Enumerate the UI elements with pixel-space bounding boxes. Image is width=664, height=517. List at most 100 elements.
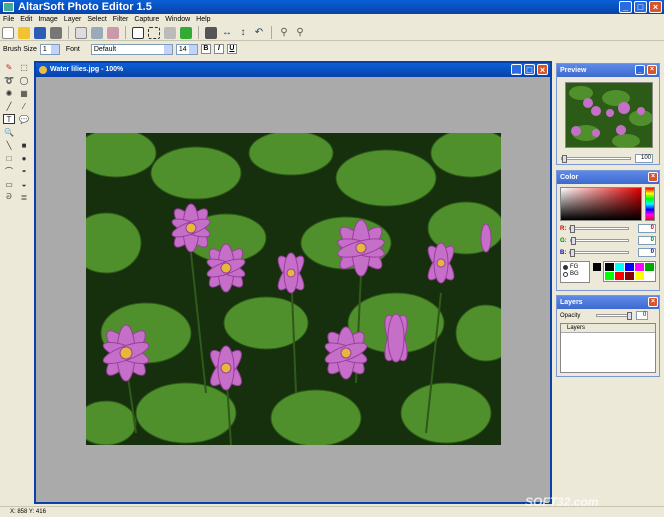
rectangle-icon[interactable]: □ <box>3 153 15 163</box>
current-color-swatch <box>593 263 601 271</box>
ellipse-select-icon[interactable]: ◯ <box>18 75 30 85</box>
bg-radio[interactable] <box>563 271 568 277</box>
menu-layer[interactable]: Layer <box>61 14 85 25</box>
stamp-icon[interactable]: ≣ <box>18 192 30 202</box>
color-swatches <box>603 261 656 282</box>
underline-button[interactable]: U <box>226 44 237 54</box>
magnifier-icon[interactable]: 🔍 <box>3 127 15 137</box>
r-slider[interactable] <box>569 225 630 233</box>
select-rect-icon[interactable] <box>148 26 160 39</box>
filled-circle-icon[interactable]: ● <box>18 153 30 163</box>
print-icon[interactable] <box>50 26 62 39</box>
speech-bubble-icon[interactable]: 💬 <box>18 114 30 124</box>
menu-filter[interactable]: Filter <box>110 14 132 25</box>
toolbar-divider <box>125 26 126 39</box>
undo-icon[interactable]: ↶ <box>253 27 265 39</box>
hue-slider[interactable] <box>645 187 655 221</box>
preview-close-button[interactable]: × <box>647 65 657 75</box>
color-swatch[interactable] <box>605 272 614 280</box>
crop-icon[interactable] <box>164 26 176 39</box>
preview-minimize-button[interactable]: _ <box>635 65 645 75</box>
open-folder-icon[interactable] <box>18 26 30 39</box>
toolbar-divider <box>198 26 199 39</box>
cut-icon[interactable] <box>91 26 103 39</box>
color-swatch[interactable] <box>625 263 634 271</box>
color-swatch[interactable] <box>605 263 614 271</box>
b-value-input[interactable]: 0 <box>638 248 656 257</box>
menu-bar: File Edit Image Layer Select Filter Capt… <box>0 14 664 25</box>
lasso-icon[interactable]: ➰ <box>3 75 15 85</box>
preview-thumbnail[interactable] <box>565 82 653 148</box>
pencil-icon[interactable]: ✎ <box>3 62 15 72</box>
opacity-input[interactable]: 0 <box>636 311 649 320</box>
marquee-icon[interactable]: ⬚ <box>18 62 30 72</box>
maximize-button[interactable]: □ <box>634 1 647 13</box>
brush-icon[interactable]: ╱ <box>3 101 15 111</box>
paste-icon[interactable] <box>107 26 119 39</box>
arc-icon[interactable]: ⌒ <box>3 166 15 176</box>
italic-button[interactable]: I <box>213 44 224 54</box>
minimize-button[interactable]: _ <box>619 1 632 13</box>
layers-close-button[interactable]: × <box>648 297 658 307</box>
menu-select[interactable]: Select <box>84 14 109 25</box>
zoom-out-icon[interactable]: ⚲ <box>294 27 306 39</box>
menu-image[interactable]: Image <box>35 14 60 25</box>
menu-help[interactable]: Help <box>193 14 213 25</box>
preview-panel-title: Preview _ × <box>557 64 659 77</box>
color-swatch[interactable] <box>625 272 634 280</box>
close-button[interactable]: × <box>649 1 662 13</box>
b-slider[interactable] <box>569 249 630 257</box>
color-swatch[interactable] <box>615 263 624 271</box>
layers-list[interactable]: Layers <box>560 323 656 373</box>
doc-maximize-button[interactable]: □ <box>524 64 535 75</box>
bucket-icon[interactable]: ◒ <box>18 179 30 189</box>
preview-zoom-input[interactable]: 100 <box>635 154 653 163</box>
layers-title: Layers <box>560 299 583 306</box>
font-size-select[interactable]: 14 <box>175 43 198 55</box>
toolbar-divider <box>68 26 69 39</box>
curve-icon[interactable]: ᘐ <box>3 192 15 202</box>
doc-close-button[interactable]: × <box>537 64 548 75</box>
color-swatch[interactable] <box>615 272 624 280</box>
layers-panel: Layers × Opacity 0 Layers <box>556 295 660 377</box>
text-tool-icon[interactable]: T <box>3 114 15 124</box>
resize-icon[interactable] <box>205 26 217 39</box>
color-swatch[interactable] <box>645 263 654 271</box>
menu-capture[interactable]: Capture <box>131 14 162 25</box>
color-gradient-picker[interactable] <box>560 187 642 221</box>
color-close-button[interactable]: × <box>648 172 658 182</box>
menu-window[interactable]: Window <box>162 14 193 25</box>
font-label: Font <box>65 45 80 53</box>
rotate-icon[interactable] <box>180 26 192 39</box>
line-icon[interactable]: ╲ <box>3 140 15 150</box>
fg-radio[interactable] <box>563 264 568 270</box>
image-canvas[interactable] <box>86 133 501 445</box>
bold-button[interactable]: B <box>200 44 211 54</box>
color-swatch[interactable] <box>635 272 644 280</box>
doc-minimize-button[interactable]: _ <box>511 64 522 75</box>
half-circle-icon[interactable]: ◓ <box>18 166 30 176</box>
new-file-icon[interactable] <box>2 26 14 39</box>
filled-rect-icon[interactable]: ■ <box>18 140 30 150</box>
save-icon[interactable] <box>34 26 46 39</box>
brush-size-select[interactable]: 1 <box>39 43 60 55</box>
eyedropper-icon[interactable]: ⁄ <box>18 101 30 111</box>
r-value-input[interactable]: 0 <box>638 224 656 233</box>
flip-horizontal-icon[interactable]: ↔ <box>221 27 233 39</box>
opacity-slider[interactable] <box>596 312 633 320</box>
color-swatch[interactable] <box>635 263 644 271</box>
copy-icon[interactable] <box>75 26 87 39</box>
g-value-input[interactable]: 0 <box>638 236 656 245</box>
color-swatch[interactable] <box>645 272 654 280</box>
grid-icon[interactable]: ▦ <box>18 88 30 98</box>
font-select[interactable]: Default <box>90 43 173 55</box>
pointer-icon[interactable] <box>132 26 144 39</box>
magic-wand-icon[interactable]: ✺ <box>3 88 15 98</box>
g-slider[interactable] <box>569 237 630 245</box>
menu-edit[interactable]: Edit <box>17 14 35 25</box>
rounded-rect-icon[interactable]: ▭ <box>3 179 15 189</box>
zoom-in-icon[interactable]: ⚲ <box>278 27 290 39</box>
menu-file[interactable]: File <box>0 14 17 25</box>
flip-vertical-icon[interactable]: ↕ <box>237 27 249 39</box>
preview-zoom-slider[interactable] <box>561 155 631 163</box>
